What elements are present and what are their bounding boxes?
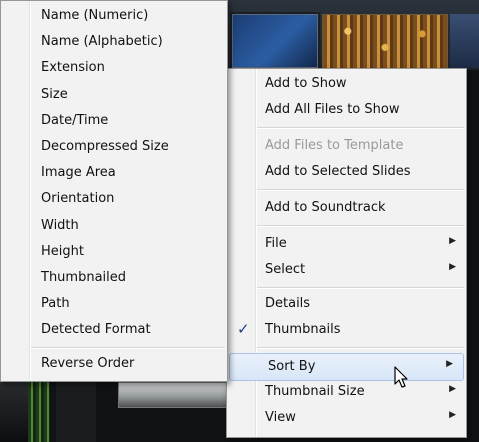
menu-item-file[interactable]: File ▶: [227, 231, 466, 257]
menu-separator: [257, 225, 464, 226]
sort-option[interactable]: Path: [1, 291, 227, 317]
menu-item-thumbnails[interactable]: ✓ Thumbnails: [227, 317, 466, 343]
menu-item-label: Detected Format: [41, 322, 151, 338]
menu-item-add-to-show[interactable]: Add to Show: [227, 71, 466, 97]
sort-option[interactable]: Size: [1, 82, 227, 108]
slide-thumbnail[interactable]: [56, 380, 96, 442]
menu-separator: [257, 189, 464, 190]
menu-item-label: Reverse Order: [41, 356, 135, 371]
menu-item-thumbnail-size[interactable]: Thumbnail Size ▶: [227, 379, 466, 405]
menu-separator: [257, 127, 464, 128]
sort-option[interactable]: Name (Numeric): [1, 3, 227, 29]
sort-option[interactable]: Extension: [1, 55, 227, 81]
menu-item-reverse-order[interactable]: Reverse Order: [1, 351, 227, 377]
menu-item-add-files-to-template: Add Files to Template: [227, 133, 466, 159]
sort-option[interactable]: Orientation: [1, 186, 227, 212]
menu-item-label: Details: [265, 296, 311, 311]
menu-item-label: Extension: [41, 60, 105, 76]
slide-thumbnail[interactable]: [0, 380, 28, 442]
menu-item-label: Orientation: [41, 191, 115, 207]
menu-item-label: Select: [265, 262, 306, 277]
menu-item-label: Decompressed Size: [41, 139, 169, 154]
menu-separator: [257, 287, 464, 288]
sort-option[interactable]: Date/Time: [1, 108, 227, 134]
sort-by-submenu: Name (Numeric) Name (Alphabetic) Extension…: [0, 0, 228, 382]
sort-option[interactable]: Decompressed Size: [1, 134, 227, 160]
menu-item-label: Thumbnail Size: [265, 384, 365, 399]
menu-item-label: Add to Show: [265, 76, 347, 91]
menu-item-select[interactable]: Select ▶: [227, 257, 466, 283]
menu-item-label: Thumbnails: [265, 322, 341, 337]
menu-separator: [257, 347, 464, 348]
menu-item-label: Thumbnailed: [41, 270, 127, 285]
menu-item-add-all-files-to-show[interactable]: Add All Files to Show: [227, 97, 466, 123]
thumbnail-image[interactable]: [450, 14, 479, 68]
menu-item-add-to-selected-slides[interactable]: Add to Selected Slides: [227, 159, 466, 185]
menu-item-sort-by[interactable]: Sort By ▶: [229, 353, 464, 381]
submenu-arrow-icon: ▶: [446, 359, 453, 369]
menu-item-label: Width: [41, 217, 79, 233]
menu-item-label: Add All Files to Show: [265, 102, 400, 117]
menu-item-label: Sort By: [268, 359, 316, 374]
menu-item-label: View: [265, 410, 296, 425]
menu-separator: [31, 347, 225, 348]
menu-item-label: Image Area: [41, 165, 116, 181]
sort-option[interactable]: Detected Format: [1, 317, 227, 343]
menu-item-add-to-soundtrack[interactable]: Add to Soundtrack: [227, 195, 466, 221]
sort-option[interactable]: Height: [1, 239, 227, 265]
sort-option[interactable]: Width: [1, 213, 227, 239]
thumbnail-image[interactable]: [232, 14, 318, 68]
menu-item-label: Add to Selected Slides: [265, 164, 411, 179]
submenu-arrow-icon: ▶: [449, 410, 456, 420]
menu-item-label: Path: [41, 296, 70, 312]
menu-item-label: File: [265, 236, 287, 251]
submenu-arrow-icon: ▶: [449, 384, 456, 394]
sort-option[interactable]: Name (Alphabetic): [1, 29, 227, 55]
menu-item-details[interactable]: Details: [227, 291, 466, 317]
slide-thumbnail[interactable]: [28, 380, 50, 442]
menu-item-view[interactable]: View ▶: [227, 405, 466, 431]
slide-thumbnail[interactable]: [118, 382, 228, 408]
context-menu: Add to Show Add All Files to Show Add Fi…: [226, 68, 467, 438]
sort-option[interactable]: Thumbnailed: [1, 265, 227, 291]
thumbnail-image[interactable]: [322, 14, 448, 70]
menu-item-label: Name (Alphabetic): [41, 34, 163, 50]
submenu-arrow-icon: ▶: [449, 262, 456, 272]
menu-item-label: Date/Time: [41, 112, 109, 128]
mouse-pointer-icon: [394, 366, 408, 388]
submenu-arrow-icon: ▶: [449, 236, 456, 246]
sort-option[interactable]: Image Area: [1, 160, 227, 186]
checkmark-icon: ✓: [237, 320, 250, 338]
menu-item-label: Add to Soundtrack: [265, 200, 386, 215]
menu-item-label: Height: [41, 243, 84, 259]
menu-item-label: Size: [41, 86, 68, 102]
menu-item-label: Add Files to Template: [265, 138, 404, 153]
menu-item-label: Name (Numeric): [41, 8, 149, 23]
